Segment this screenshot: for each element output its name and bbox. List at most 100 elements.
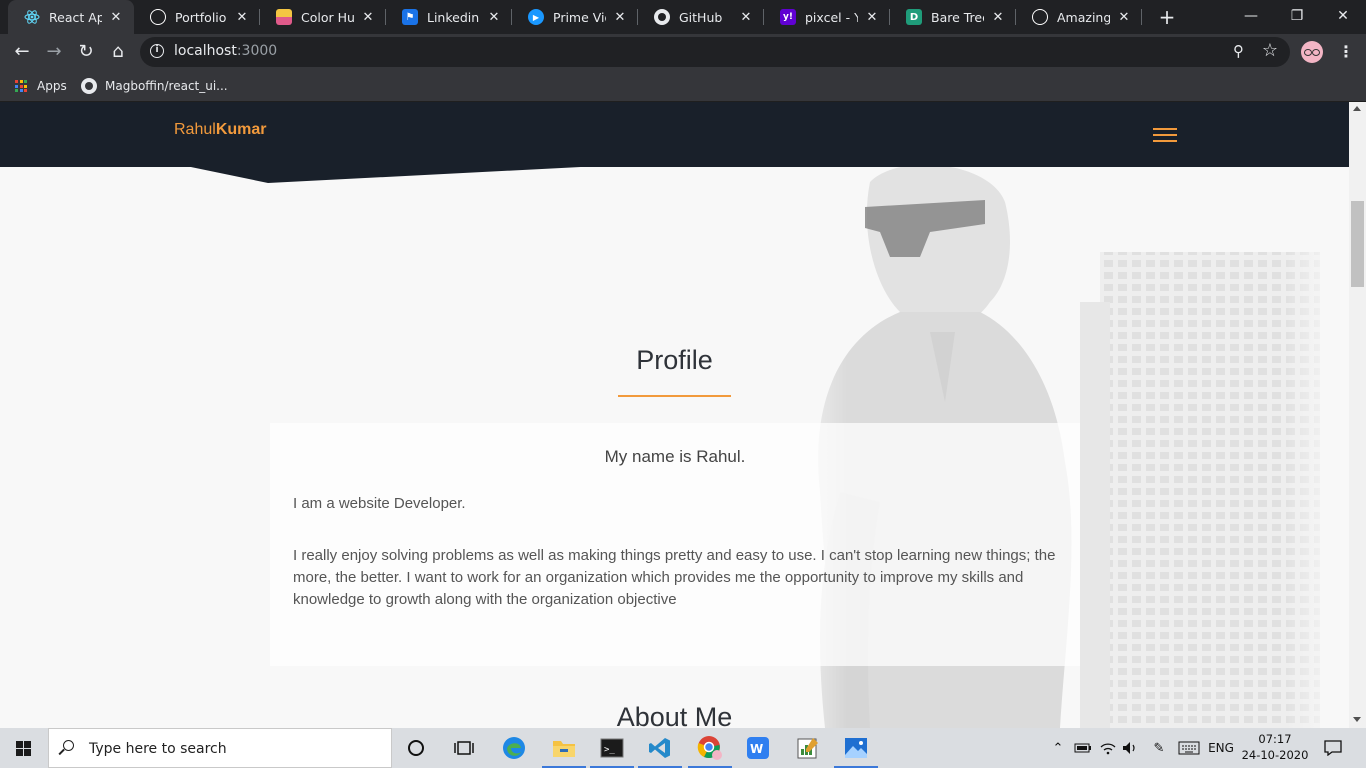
- language-indicator[interactable]: ENG: [1206, 728, 1236, 768]
- scrollbar-thumb[interactable]: [1351, 201, 1364, 287]
- navbar-notch: [186, 166, 600, 183]
- tab-color-hunt[interactable]: Color Hunt ✕: [260, 0, 386, 34]
- tab-react-app[interactable]: React App ✕: [8, 0, 134, 34]
- tab-amazing[interactable]: Amazing ca ✕: [1016, 0, 1142, 34]
- close-icon[interactable]: ✕: [612, 10, 628, 25]
- url-text: localhost:3000: [174, 43, 278, 59]
- more-menu-icon[interactable]: ⋮: [1336, 38, 1356, 66]
- close-icon[interactable]: ✕: [990, 10, 1006, 25]
- close-icon[interactable]: ✕: [738, 10, 754, 25]
- terminal-icon[interactable]: >_: [588, 728, 636, 768]
- d-icon: D: [906, 9, 922, 25]
- profile-description: I really enjoy solving problems as well …: [293, 547, 1056, 608]
- volume-icon[interactable]: [1120, 728, 1140, 768]
- github-icon: [654, 9, 670, 25]
- hamburger-menu-icon[interactable]: [1153, 128, 1177, 142]
- new-tab-button[interactable]: +: [1154, 4, 1180, 30]
- address-bar[interactable]: i localhost:3000 ⚲ ☆: [140, 37, 1290, 67]
- page-viewport: RahulKumar Profile My name is Rahul. I a…: [0, 102, 1349, 728]
- start-button[interactable]: [0, 728, 48, 768]
- site-navbar: RahulKumar: [0, 102, 1349, 167]
- profile-section-title: Profile: [636, 345, 713, 375]
- github-icon: [81, 78, 97, 94]
- colorhunt-icon: [276, 9, 292, 25]
- close-icon[interactable]: ✕: [486, 10, 502, 25]
- pen-icon[interactable]: ✎: [1148, 728, 1170, 768]
- tab-yahoo[interactable]: y! pixcel - Yah ✕: [764, 0, 890, 34]
- forward-button[interactable]: →: [40, 38, 68, 66]
- svg-text:>_: >_: [604, 745, 615, 755]
- notification-icon[interactable]: [1318, 728, 1348, 768]
- restore-button[interactable]: ❐: [1274, 0, 1320, 34]
- tab-github[interactable]: GitHub ✕: [638, 0, 764, 34]
- minimize-button[interactable]: —: [1228, 0, 1274, 34]
- tab-prime-video[interactable]: ▶ Prime Video ✕: [512, 0, 638, 34]
- scroll-up-icon[interactable]: [1353, 106, 1361, 111]
- svg-text:W: W: [750, 742, 763, 756]
- system-clock[interactable]: 07:17 24-10-2020: [1240, 731, 1310, 763]
- codepen-icon: [150, 9, 166, 25]
- wifi-icon[interactable]: [1098, 728, 1118, 768]
- tab-title: pixcel - Yah: [805, 9, 858, 25]
- reload-button[interactable]: ↻: [72, 38, 100, 66]
- tab-title: Linkedin In: [427, 9, 480, 25]
- search-icon: [63, 740, 74, 751]
- tab-linkedin[interactable]: ⚑ Linkedin In ✕: [386, 0, 512, 34]
- yahoo-icon: y!: [780, 9, 796, 25]
- tab-title: Amazing ca: [1057, 9, 1110, 25]
- close-icon[interactable]: ✕: [234, 10, 250, 25]
- clock-date: 24-10-2020: [1241, 748, 1309, 762]
- vscode-icon[interactable]: [636, 728, 684, 768]
- keyboard-icon[interactable]: [1176, 728, 1202, 768]
- page-scrollbar[interactable]: [1349, 102, 1366, 728]
- tab-title: React App: [49, 9, 102, 25]
- about-section-title: About Me: [616, 702, 733, 728]
- notepad-icon[interactable]: [784, 728, 832, 768]
- tab-portfolio[interactable]: Portfolio Pa ✕: [134, 0, 260, 34]
- windows-taskbar: Type here to search >_ W ⌃ ✎ ENG 07:17 2…: [0, 728, 1366, 768]
- clock-time: 07:17: [1258, 732, 1292, 746]
- bookmark-magboffin[interactable]: Magboffin/react_ui...: [81, 76, 228, 96]
- task-view-icon[interactable]: [440, 728, 488, 768]
- profile-avatar[interactable]: [1301, 41, 1323, 63]
- bookmark-label: Magboffin/react_ui...: [105, 79, 228, 93]
- tab-title: Portfolio Pa: [175, 9, 228, 25]
- search-placeholder: Type here to search: [89, 741, 227, 757]
- profile-card: My name is Rahul. I am a website Develop…: [270, 423, 1080, 666]
- wps-icon[interactable]: W: [734, 728, 782, 768]
- play-icon: ▶: [528, 9, 544, 25]
- edge-icon[interactable]: [490, 728, 538, 768]
- back-button[interactable]: ←: [8, 38, 36, 66]
- close-window-button[interactable]: ✕: [1320, 0, 1366, 34]
- codepen-icon: [1032, 9, 1048, 25]
- close-icon[interactable]: ✕: [108, 10, 124, 25]
- bookmarks-bar: Apps Magboffin/react_ui...: [0, 70, 1366, 102]
- apps-grid-icon: [15, 80, 27, 92]
- zoom-icon[interactable]: ⚲: [1233, 42, 1244, 60]
- profile-intro: My name is Rahul.: [604, 447, 746, 466]
- close-icon[interactable]: ✕: [864, 10, 880, 25]
- windows-logo-icon: [16, 741, 32, 756]
- photos-icon[interactable]: [832, 728, 880, 768]
- react-icon: [24, 9, 40, 25]
- info-icon[interactable]: i: [150, 44, 164, 58]
- site-brand-logo[interactable]: RahulKumar: [174, 121, 267, 139]
- battery-icon[interactable]: [1072, 728, 1094, 768]
- tab-title: Bare Tree in: [931, 9, 984, 25]
- tab-strip: React App ✕ Portfolio Pa ✕ Color Hunt ✕ …: [0, 0, 1366, 34]
- file-explorer-icon[interactable]: [540, 728, 588, 768]
- chevron-up-icon[interactable]: ⌃: [1050, 728, 1066, 768]
- tab-bare-tree[interactable]: D Bare Tree in ✕: [890, 0, 1016, 34]
- bookmark-apps[interactable]: Apps: [15, 76, 67, 96]
- tab-title: GitHub: [679, 9, 723, 25]
- chrome-icon[interactable]: [686, 728, 734, 768]
- scroll-down-icon[interactable]: [1353, 717, 1361, 722]
- home-button[interactable]: ⌂: [104, 38, 132, 66]
- profile-role: I am a website Developer.: [293, 495, 466, 512]
- taskbar-search-box[interactable]: Type here to search: [48, 728, 392, 768]
- close-icon[interactable]: ✕: [360, 10, 376, 25]
- star-icon[interactable]: ☆: [1262, 40, 1278, 61]
- close-icon[interactable]: ✕: [1116, 10, 1132, 25]
- cortana-icon[interactable]: [392, 728, 440, 768]
- tab-title: Prime Video: [553, 9, 606, 25]
